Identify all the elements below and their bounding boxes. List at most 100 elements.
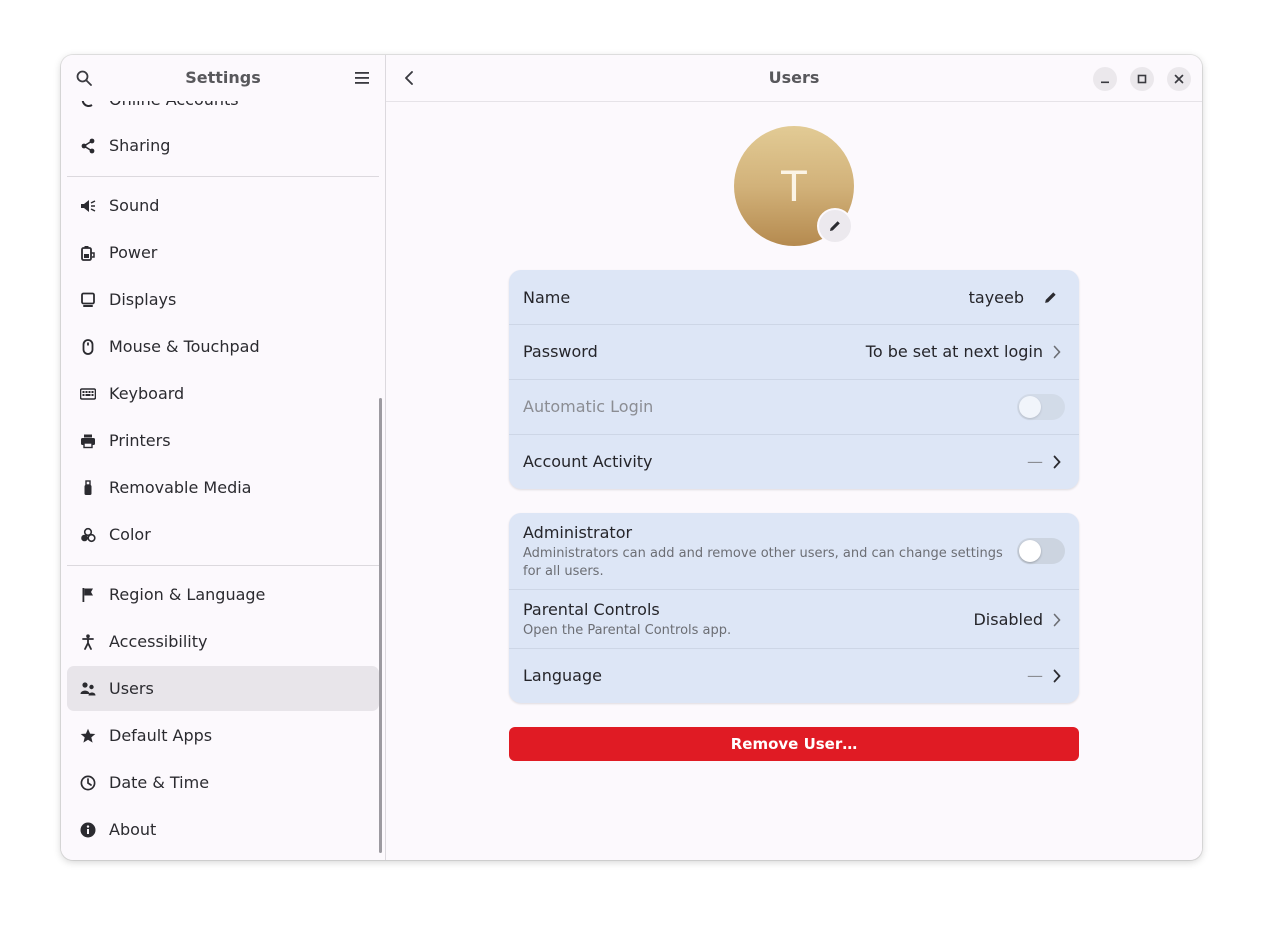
name-label: Name bbox=[523, 288, 571, 307]
battery-icon bbox=[79, 244, 97, 262]
administrator-row: Administrator Administrators can add and… bbox=[509, 513, 1079, 589]
keyboard-icon bbox=[79, 385, 97, 403]
remove-user-button[interactable]: Remove User… bbox=[509, 727, 1079, 761]
sidebar-item-color[interactable]: Color bbox=[67, 512, 379, 557]
close-button[interactable] bbox=[1167, 67, 1191, 91]
edit-name-button[interactable] bbox=[1037, 284, 1063, 310]
sidebar-item-sharing[interactable]: Sharing bbox=[67, 123, 379, 168]
user-settings-card: Administrator Administrators can add and… bbox=[509, 513, 1079, 703]
close-icon bbox=[1174, 74, 1184, 84]
language-value: — bbox=[1027, 666, 1043, 685]
online-accounts-icon bbox=[79, 101, 97, 109]
sidebar-item-date-time[interactable]: Date & Time bbox=[67, 760, 379, 805]
sidebar-item-label: Users bbox=[109, 679, 154, 698]
sidebar-item-accessibility[interactable]: Accessibility bbox=[67, 619, 379, 664]
administrator-label: Administrator bbox=[523, 523, 633, 542]
chevron-right-icon bbox=[1051, 668, 1063, 684]
automatic-login-row: Automatic Login bbox=[509, 380, 1079, 434]
avatar-initial: T bbox=[781, 161, 807, 211]
sidebar-item-online-accounts[interactable]: Online Accounts bbox=[67, 101, 379, 122]
account-card: Name tayeeb Password To be set at next l… bbox=[509, 270, 1079, 489]
clock-icon bbox=[79, 774, 97, 792]
password-value: To be set at next login bbox=[865, 342, 1043, 361]
share-icon bbox=[79, 137, 97, 155]
color-icon bbox=[79, 526, 97, 544]
avatar-edit-button[interactable] bbox=[817, 208, 853, 244]
sidebar-item-power[interactable]: Power bbox=[67, 230, 379, 275]
sidebar-item-label: Date & Time bbox=[109, 773, 210, 792]
sidebar-item-label: Sound bbox=[109, 196, 160, 215]
sidebar-item-label: About bbox=[109, 820, 157, 839]
language-row[interactable]: Language — bbox=[509, 649, 1079, 703]
info-icon bbox=[79, 821, 97, 839]
sidebar-item-removable-media[interactable]: Removable Media bbox=[67, 465, 379, 510]
account-activity-row[interactable]: Account Activity — bbox=[509, 435, 1079, 489]
sidebar: Settings Online Accounts Sharing Sound bbox=[61, 55, 386, 860]
sidebar-item-label: Displays bbox=[109, 290, 177, 309]
sidebar-item-label: Printers bbox=[109, 431, 171, 450]
account-activity-value: — bbox=[1027, 452, 1043, 471]
name-row: Name tayeeb bbox=[509, 270, 1079, 324]
sidebar-item-label: Keyboard bbox=[109, 384, 185, 403]
account-activity-label: Account Activity bbox=[523, 452, 653, 471]
sidebar-item-label: Sharing bbox=[109, 136, 171, 155]
speaker-icon bbox=[79, 197, 97, 215]
sidebar-scrollbar[interactable] bbox=[379, 398, 382, 853]
parental-controls-value: Disabled bbox=[973, 610, 1043, 629]
parental-controls-row[interactable]: Parental Controls Open the Parental Cont… bbox=[509, 590, 1079, 648]
sidebar-title: Settings bbox=[185, 68, 261, 87]
sidebar-item-label: Online Accounts bbox=[109, 101, 239, 109]
sidebar-item-keyboard[interactable]: Keyboard bbox=[67, 371, 379, 416]
sidebar-item-label: Removable Media bbox=[109, 478, 252, 497]
administrator-description: Administrators can add and remove other … bbox=[523, 546, 1003, 579]
maximize-button[interactable] bbox=[1130, 67, 1154, 91]
minimize-icon bbox=[1101, 81, 1109, 84]
main-menu-button[interactable] bbox=[348, 64, 376, 92]
sidebar-item-about[interactable]: About bbox=[67, 807, 379, 852]
panel-title: Users bbox=[768, 68, 820, 87]
minimize-button[interactable] bbox=[1093, 67, 1117, 91]
chevron-right-icon bbox=[1051, 612, 1063, 628]
parental-controls-label: Parental Controls bbox=[523, 600, 660, 619]
flag-icon bbox=[79, 586, 97, 604]
monitor-icon bbox=[79, 291, 97, 309]
accessibility-icon bbox=[79, 633, 97, 651]
parental-controls-description: Open the Parental Controls app. bbox=[523, 623, 732, 638]
mouse-icon bbox=[79, 338, 97, 356]
name-value: tayeeb bbox=[968, 288, 1024, 307]
sidebar-item-displays[interactable]: Displays bbox=[67, 277, 379, 322]
sidebar-item-mouse-touchpad[interactable]: Mouse & Touchpad bbox=[67, 324, 379, 369]
sidebar-header: Settings bbox=[61, 55, 385, 101]
users-panel: Users T Name tayeeb Password To be set a… bbox=[386, 55, 1202, 860]
password-row[interactable]: Password To be set at next login bbox=[509, 325, 1079, 379]
sidebar-item-label: Power bbox=[109, 243, 158, 262]
sidebar-item-region-language[interactable]: Region & Language bbox=[67, 572, 379, 617]
automatic-login-toggle[interactable] bbox=[1017, 394, 1065, 420]
sidebar-item-label: Default Apps bbox=[109, 726, 213, 745]
star-icon bbox=[79, 727, 97, 745]
sidebar-item-label: Accessibility bbox=[109, 632, 208, 651]
usb-icon bbox=[79, 479, 97, 497]
settings-window: Settings Online Accounts Sharing Sound bbox=[61, 55, 1202, 860]
password-label: Password bbox=[523, 342, 598, 361]
sidebar-item-label: Region & Language bbox=[109, 585, 266, 604]
sidebar-item-label: Mouse & Touchpad bbox=[109, 337, 260, 356]
language-label: Language bbox=[523, 666, 602, 685]
automatic-login-label: Automatic Login bbox=[523, 397, 654, 416]
pencil-icon bbox=[830, 221, 840, 231]
sidebar-separator bbox=[67, 565, 379, 566]
administrator-toggle[interactable] bbox=[1017, 538, 1065, 564]
panel-header: Users bbox=[386, 55, 1202, 102]
maximize-icon bbox=[1137, 74, 1147, 84]
sidebar-item-label: Color bbox=[109, 525, 151, 544]
chevron-right-icon bbox=[1051, 454, 1063, 470]
sidebar-item-printers[interactable]: Printers bbox=[67, 418, 379, 463]
sidebar-item-sound[interactable]: Sound bbox=[67, 183, 379, 228]
hamburger-menu-icon bbox=[355, 72, 369, 84]
printer-icon bbox=[79, 432, 97, 450]
pencil-icon bbox=[1044, 291, 1056, 303]
sidebar-item-default-apps[interactable]: Default Apps bbox=[67, 713, 379, 758]
chevron-right-icon bbox=[1051, 344, 1063, 360]
sidebar-item-users[interactable]: Users bbox=[67, 666, 379, 711]
users-icon bbox=[79, 680, 97, 698]
